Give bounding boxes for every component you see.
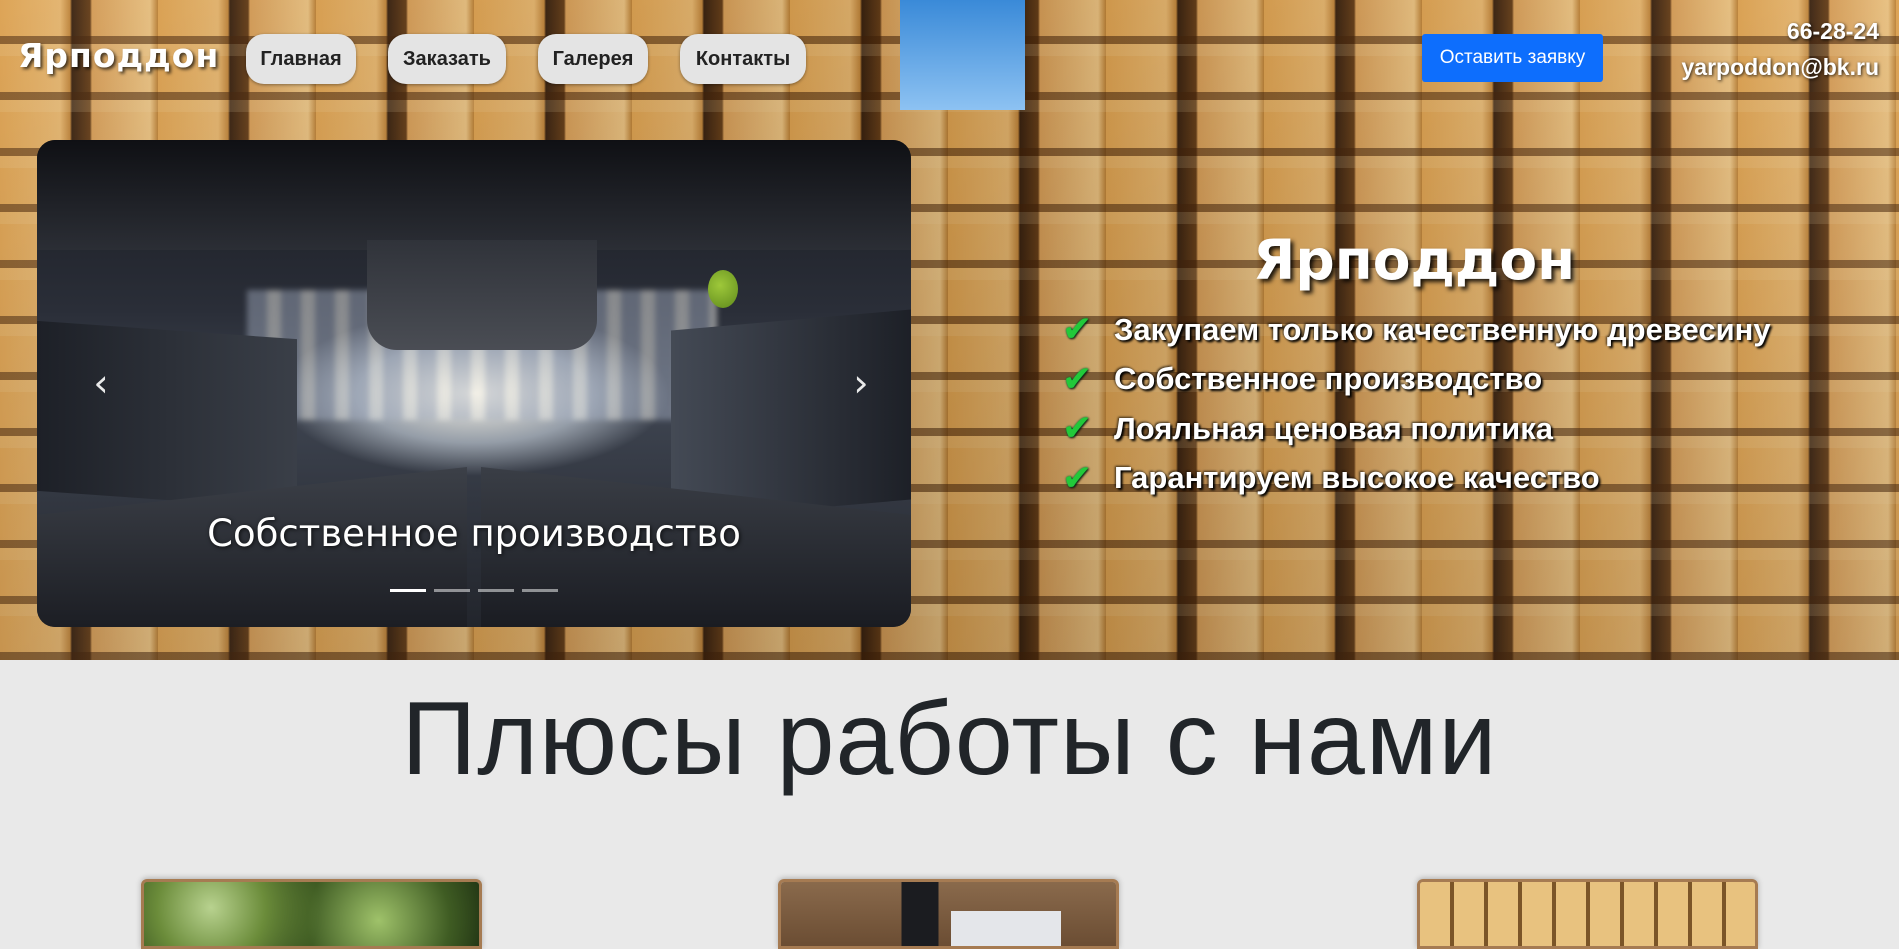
nav-item-label: Контакты — [695, 47, 791, 70]
benefit-card-image — [1420, 882, 1755, 946]
benefit-card-image — [781, 882, 1116, 946]
carousel-indicator-3[interactable] — [478, 589, 514, 592]
hero-section: Ярподдон Главная Заказать Галерея Контак… — [0, 0, 1899, 660]
checkmark-icon: ✔ — [1062, 457, 1093, 499]
leave-request-button[interactable]: Оставить заявку — [1422, 34, 1603, 82]
email-address[interactable]: yarpoddon@bk.ru — [1682, 54, 1880, 81]
hero-sky — [900, 0, 1025, 110]
chevron-left-icon: ‹ — [93, 361, 109, 405]
feature-item: ✔ Лояльная ценовая политика — [1062, 404, 1771, 454]
benefit-card-laptop — [778, 879, 1119, 949]
feature-item: ✔ Собственное производство — [1062, 355, 1771, 405]
carousel-indicator-2[interactable] — [434, 589, 470, 592]
benefits-heading: Плюсы работы с нами — [401, 681, 1498, 797]
feature-item: ✔ Закупаем только качественную древесину — [1062, 305, 1771, 355]
carousel-indicator-1[interactable] — [390, 589, 426, 592]
nav-item-gallery[interactable]: Галерея — [538, 34, 648, 84]
nav-item-label: Заказать — [403, 47, 491, 70]
carousel-prev-button[interactable]: ‹ — [81, 358, 121, 408]
feature-item: ✔ Гарантируем высокое качество — [1062, 454, 1771, 504]
chevron-right-icon: › — [853, 361, 869, 405]
carousel-caption: Собственное производство — [207, 512, 741, 555]
phone-number[interactable]: 66-28-24 — [1787, 18, 1879, 45]
carousel-indicators — [37, 589, 911, 592]
benefit-card-pallets — [1417, 879, 1758, 949]
hero-title: Ярподдон — [1253, 228, 1576, 292]
nav-item-label: Галерея — [552, 47, 634, 70]
nav-item-order[interactable]: Заказать — [388, 34, 506, 84]
feature-text: Собственное производство — [1114, 361, 1543, 397]
site-logo[interactable]: Ярподдон — [18, 36, 219, 75]
image-carousel: ‹ › Собственное производство — [37, 140, 911, 627]
checkmark-icon: ✔ — [1062, 358, 1093, 400]
feature-text: Лояльная ценовая политика — [1114, 410, 1553, 446]
feature-list: ✔ Закупаем только качественную древесину… — [1062, 305, 1771, 503]
carousel-next-button[interactable]: › — [841, 358, 881, 408]
carousel-indicator-4[interactable] — [522, 589, 558, 592]
benefit-card-wood — [141, 879, 482, 949]
nav-item-label: Главная — [260, 47, 342, 70]
feature-text: Гарантируем высокое качество — [1114, 460, 1600, 496]
checkmark-icon: ✔ — [1062, 408, 1093, 450]
feature-text: Закупаем только качественную древесину — [1114, 311, 1771, 347]
nav-item-contacts[interactable]: Контакты — [680, 34, 806, 84]
checkmark-icon: ✔ — [1062, 309, 1093, 351]
benefit-card-image — [144, 882, 479, 946]
nav-item-home[interactable]: Главная — [246, 34, 356, 84]
